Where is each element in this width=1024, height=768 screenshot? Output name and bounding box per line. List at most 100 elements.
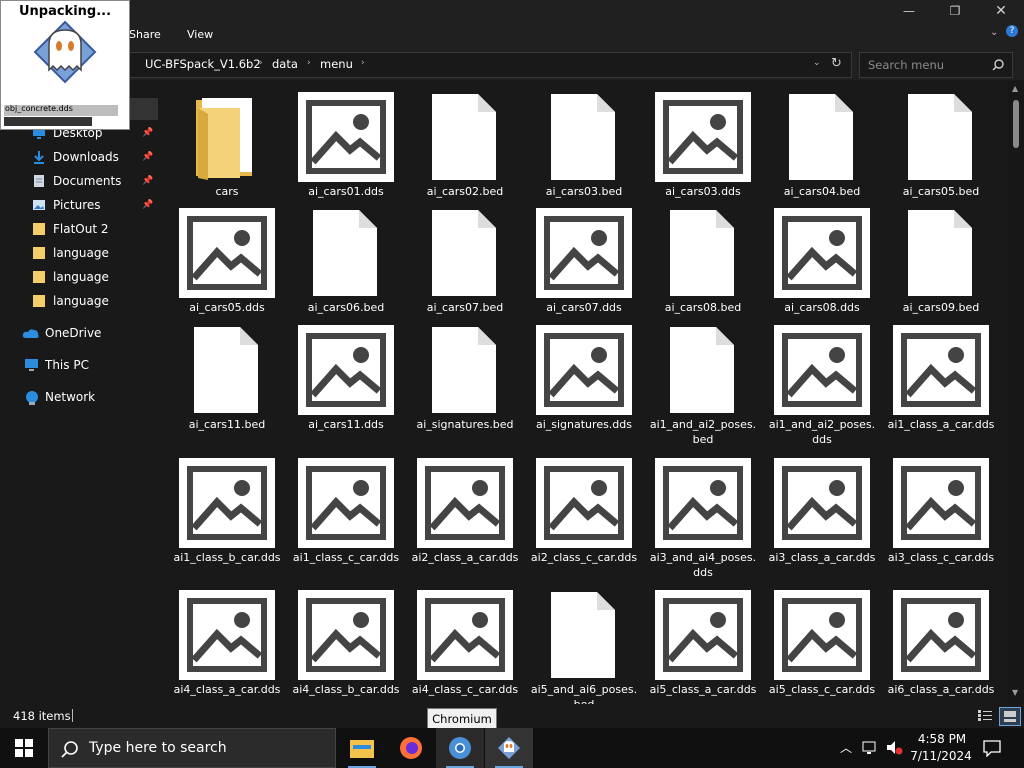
file-item[interactable]: ai4_class_b_car.dds — [291, 590, 401, 697]
file-item[interactable]: ai2_class_a_car.dds — [410, 458, 520, 565]
image-icon — [425, 598, 505, 672]
file-item[interactable]: ai1_class_c_car.dds — [291, 458, 401, 565]
image-icon — [782, 466, 862, 540]
taskbar-search-input[interactable]: Type here to search — [89, 740, 227, 756]
file-item[interactable]: ai_signatures.dds — [529, 325, 639, 432]
chevron-down-icon[interactable]: ⌄ — [813, 58, 821, 68]
file-item[interactable]: ai_cars06.bed — [291, 208, 401, 315]
show-hidden-icons[interactable]: ︿ — [840, 739, 852, 756]
file-item[interactable]: ai1_class_a_car.dds — [886, 325, 996, 432]
help-icon[interactable]: ? — [1006, 25, 1018, 37]
volume-muted-icon[interactable] — [886, 740, 904, 756]
file-item[interactable]: ai5_class_a_car.dds — [648, 590, 758, 697]
folder-icon — [33, 223, 45, 235]
firefox-icon — [400, 737, 422, 759]
file-thumbnail — [767, 208, 877, 298]
clock-time[interactable]: 4:58 PM — [912, 732, 972, 746]
details-view-icon[interactable] — [978, 709, 992, 722]
file-name: ai2_class_c_car.dds — [530, 551, 638, 564]
search-box[interactable]: Search menu — [859, 52, 1013, 78]
file-item[interactable]: ai6_class_a_car.dds — [886, 590, 996, 697]
tab-share[interactable]: Share — [129, 28, 161, 41]
file-item[interactable]: ai3_and_ai4_poses.dds — [648, 458, 758, 580]
file-item[interactable]: ai5_and_ai6_poses.bed — [529, 590, 639, 704]
search-input[interactable]: Search menu — [868, 58, 944, 72]
maximize-button[interactable]: ❐ — [932, 0, 978, 22]
file-item[interactable]: ai_cars01.dds — [291, 92, 401, 199]
file-item[interactable]: ai4_class_c_car.dds — [410, 590, 520, 697]
ribbon-expand-icon[interactable]: ⌄ — [990, 27, 998, 38]
file-item[interactable]: ai_cars07.bed — [410, 208, 520, 315]
sidebar-item-language[interactable]: language — [0, 242, 158, 264]
notification-icon[interactable] — [983, 740, 1001, 757]
network-status-icon[interactable] — [862, 741, 878, 755]
taskbar-unpacker[interactable] — [485, 728, 533, 768]
file-name: ai_cars07.bed — [426, 301, 504, 314]
taskbar-firefox[interactable] — [387, 728, 435, 768]
taskbar-search[interactable]: Type here to search — [48, 728, 336, 768]
scroll-down-icon[interactable]: ▼ — [1012, 688, 1018, 697]
sidebar-item-downloads[interactable]: Downloads 📌 — [0, 146, 158, 168]
file-item[interactable]: ai4_class_a_car.dds — [172, 590, 282, 697]
sidebar-item-network[interactable]: Network — [0, 386, 158, 408]
large-icons-view-button[interactable] — [999, 707, 1021, 726]
scrollbar-thumb[interactable] — [1013, 100, 1019, 148]
sidebar-item-pictures[interactable]: Pictures 📌 — [0, 194, 158, 216]
file-item[interactable]: cars — [172, 92, 282, 199]
file-item[interactable]: ai1_and_ai2_poses.dds — [767, 325, 877, 447]
file-item[interactable]: ai_cars02.bed — [410, 92, 520, 199]
file-item[interactable]: ai_cars07.dds — [529, 208, 639, 315]
file-item[interactable]: ai2_class_c_car.dds — [529, 458, 639, 565]
image-icon — [544, 466, 624, 540]
refresh-icon[interactable]: ↻ — [831, 56, 842, 71]
address-bar[interactable]: UC-BFSpack_V1.6b2 › data › menu › ⌄ ↻ — [128, 52, 852, 78]
taskbar-file-explorer[interactable] — [338, 728, 386, 768]
file-item[interactable]: ai_cars04.bed — [767, 92, 877, 199]
file-item[interactable]: ai3_class_a_car.dds — [767, 458, 877, 565]
file-item[interactable]: ai5_class_c_car.dds — [767, 590, 877, 697]
sidebar-item-documents[interactable]: Documents 📌 — [0, 170, 158, 192]
file-item[interactable]: ai_cars03.dds — [648, 92, 758, 199]
file-name: ai_cars04.bed — [783, 185, 861, 198]
file-item[interactable]: ai_cars08.bed — [648, 208, 758, 315]
file-item[interactable]: ai_cars03.bed — [529, 92, 639, 199]
file-name: ai4_class_c_car.dds — [411, 683, 519, 696]
minimize-button[interactable]: — — [886, 0, 932, 22]
breadcrumb-data[interactable]: data — [272, 57, 298, 71]
breadcrumb-menu[interactable]: menu — [320, 57, 353, 71]
file-thumbnail — [648, 325, 758, 415]
scroll-up-icon[interactable]: ▲ — [1012, 84, 1018, 93]
image-icon — [544, 216, 624, 290]
document-icon — [551, 592, 615, 678]
file-item[interactable]: ai_signatures.bed — [410, 325, 520, 432]
start-button[interactable] — [0, 728, 48, 768]
file-item[interactable]: ai_cars05.bed — [886, 92, 996, 199]
sidebar-item-language[interactable]: language — [0, 266, 158, 288]
file-item[interactable]: ai3_class_c_car.dds — [886, 458, 996, 565]
file-item[interactable]: ai_cars05.dds — [172, 208, 282, 315]
file-item[interactable]: ai_cars09.bed — [886, 208, 996, 315]
breadcrumb-root[interactable]: UC-BFSpack_V1.6b2 — [145, 57, 261, 71]
ghost-app-icon — [33, 20, 97, 84]
file-item[interactable]: ai_cars11.bed — [172, 325, 282, 432]
taskbar-chromium[interactable] — [436, 728, 484, 768]
sidebar-item-flatout2[interactable]: FlatOut 2 — [0, 218, 158, 240]
file-item[interactable]: ai_cars11.dds — [291, 325, 401, 432]
sidebar-item-label: language — [53, 246, 109, 260]
sidebar-item-thispc[interactable]: This PC — [0, 354, 158, 376]
chevron-right-icon[interactable]: › — [361, 58, 365, 68]
file-thumbnail — [172, 458, 282, 548]
file-item[interactable]: ai1_class_b_car.dds — [172, 458, 282, 565]
file-item[interactable]: ai1_and_ai2_poses.bed — [648, 325, 758, 447]
chevron-right-icon[interactable]: › — [259, 58, 263, 68]
tab-view[interactable]: View — [187, 28, 213, 41]
file-thumbnail — [886, 325, 996, 415]
chevron-right-icon[interactable]: › — [307, 58, 311, 68]
large-icons-view-icon — [1004, 711, 1016, 722]
close-button[interactable]: ✕ — [978, 0, 1024, 22]
sidebar-item-language[interactable]: language — [0, 290, 158, 312]
sidebar-item-onedrive[interactable]: OneDrive — [0, 322, 158, 344]
clock-date[interactable]: 7/11/2024 — [908, 749, 974, 763]
vertical-scrollbar[interactable]: ▲ ▼ — [1008, 80, 1024, 704]
file-item[interactable]: ai_cars08.dds — [767, 208, 877, 315]
